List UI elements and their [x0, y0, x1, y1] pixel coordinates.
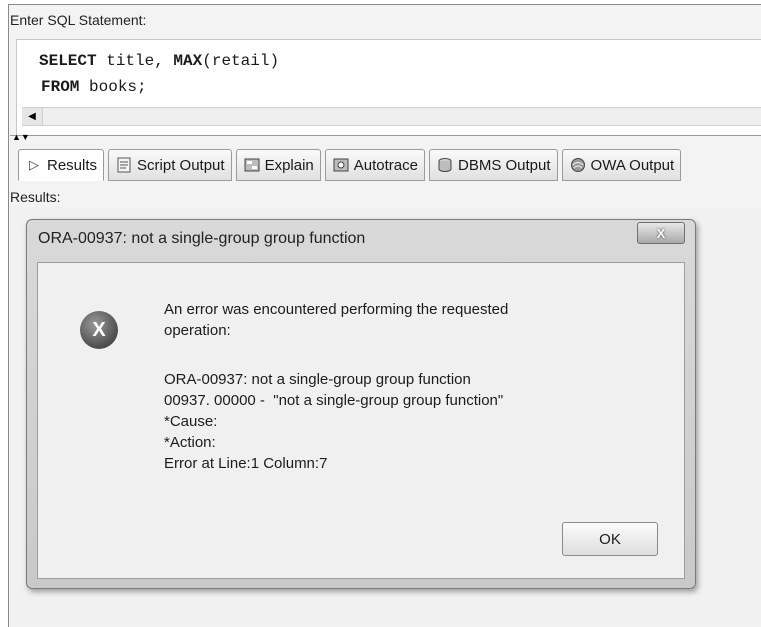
output-tabs: ▷ Results Script Output Explain Autotrac…: [18, 149, 761, 185]
code-text: title,: [96, 52, 174, 70]
code-text: (retail): [202, 52, 280, 70]
explain-icon: [243, 156, 261, 174]
tab-label: Script Output: [137, 156, 225, 174]
tab-autotrace[interactable]: Autotrace: [324, 149, 425, 181]
autotrace-icon: [332, 156, 350, 174]
results-label: Results:: [10, 189, 61, 205]
error-code-line: ORA-00937: not a single-group group func…: [164, 371, 471, 388]
tab-owa-output[interactable]: OWA Output: [561, 149, 682, 181]
splitter-arrows-icon[interactable]: ▲▼: [12, 133, 30, 142]
dialog-title: ORA-00937: not a single-group group func…: [38, 230, 366, 247]
keyword-from: FROM: [41, 78, 80, 96]
ok-button[interactable]: OK: [562, 522, 658, 556]
error-cause-line: *Cause:: [164, 413, 218, 430]
tab-label: Autotrace: [353, 156, 418, 174]
tab-explain[interactable]: Explain: [235, 149, 321, 181]
editor-horizontal-scrollbar[interactable]: ◀: [22, 107, 761, 126]
tab-label: DBMS Output: [458, 156, 551, 174]
error-message-line: operation:: [164, 322, 231, 339]
play-icon: ▷: [29, 157, 39, 172]
sql-line-1: SELECT title, MAX(retail): [39, 52, 279, 70]
error-message-line: An error was encountered performing the …: [164, 301, 509, 318]
error-action-line: *Action:: [164, 434, 216, 451]
keyword-max: MAX: [173, 52, 203, 70]
tab-dbms-output[interactable]: DBMS Output: [429, 149, 558, 181]
sql-line-2: FROM books;: [41, 78, 147, 96]
error-dialog: ORA-00937: not a single-group group func…: [26, 219, 696, 589]
keyword-select: SELECT: [39, 52, 97, 70]
sql-statement-label: Enter SQL Statement:: [10, 12, 147, 28]
dbms-icon: [436, 156, 454, 174]
tab-label: OWA Output: [590, 156, 675, 174]
owa-icon: [569, 156, 587, 174]
tab-results[interactable]: ▷ Results: [18, 149, 105, 181]
tab-label: Explain: [264, 156, 314, 174]
tab-label: Results: [47, 156, 98, 174]
close-icon: X: [656, 225, 666, 241]
tab-script-output[interactable]: Script Output: [108, 149, 232, 181]
code-text: books;: [79, 78, 147, 96]
error-icon: X: [80, 311, 118, 349]
script-icon: [115, 156, 133, 174]
error-detail-line: 00937. 00000 - "not a single-group group…: [164, 392, 504, 409]
scroll-left-icon[interactable]: ◀: [22, 108, 43, 125]
error-location-line: Error at Line:1 Column:7: [164, 455, 328, 472]
error-icon-glyph: X: [92, 318, 106, 341]
pane-splitter[interactable]: ▲▼: [10, 133, 761, 146]
dialog-body: X An error was encountered performing th…: [37, 262, 685, 579]
close-button[interactable]: X: [637, 222, 685, 244]
